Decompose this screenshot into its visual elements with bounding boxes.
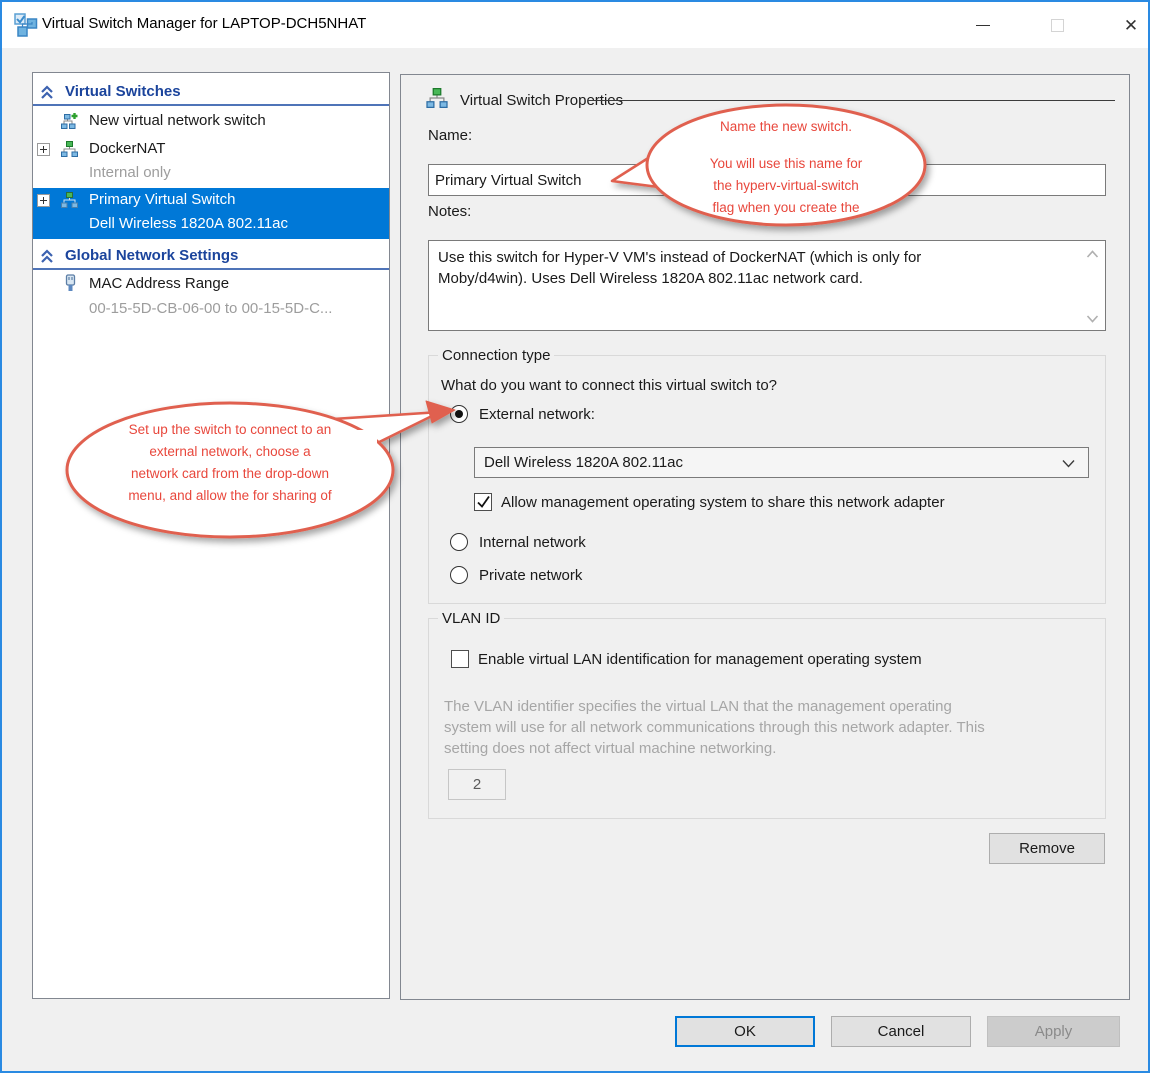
apply-button: Apply bbox=[987, 1016, 1120, 1047]
tree-section-title: Global Network Settings bbox=[65, 247, 238, 264]
cancel-button[interactable]: Cancel bbox=[831, 1016, 971, 1047]
ok-button[interactable]: OK bbox=[675, 1016, 815, 1047]
external-network-radio[interactable] bbox=[450, 405, 468, 423]
external-network-label: External network: bbox=[479, 406, 595, 423]
internal-network-radio[interactable] bbox=[450, 533, 468, 551]
share-adapter-label: Allow management operating system to sha… bbox=[501, 494, 945, 511]
vlan-description: The VLAN identifier specifies the virtua… bbox=[444, 696, 985, 759]
network-adapter-value: Dell Wireless 1820A 802.11ac bbox=[484, 454, 683, 471]
chevron-down-icon bbox=[1062, 459, 1075, 468]
virtual-switch-properties-icon bbox=[426, 88, 448, 108]
connection-type-group: Connection type What do you want to conn… bbox=[428, 355, 1106, 604]
tree-section-title: Virtual Switches bbox=[65, 83, 181, 100]
section-underline bbox=[33, 268, 389, 270]
minimize-icon bbox=[976, 25, 990, 26]
virtual-switch-icon bbox=[61, 192, 78, 208]
notes-line: Moby/d4win). Uses Dell Wireless 1820A 80… bbox=[438, 268, 1096, 289]
tree-item-label: New virtual network switch bbox=[89, 112, 266, 129]
remove-button[interactable]: Remove bbox=[989, 833, 1105, 864]
notes-input[interactable]: Use this switch for Hyper-V VM's instead… bbox=[428, 240, 1106, 331]
vlan-legend: VLAN ID bbox=[438, 610, 504, 627]
new-virtual-switch-icon bbox=[61, 113, 78, 129]
properties-panel: Virtual Switch Properties Name: Notes: U… bbox=[400, 74, 1130, 1000]
collapse-icon bbox=[40, 249, 54, 264]
share-adapter-checkbox[interactable] bbox=[474, 493, 492, 511]
header-rule bbox=[588, 100, 1115, 101]
enable-vlan-label: Enable virtual LAN identification for ma… bbox=[478, 651, 922, 668]
tree-section-global-network-settings[interactable]: Global Network Settings bbox=[33, 246, 389, 268]
close-button[interactable]: ✕ bbox=[1108, 2, 1150, 48]
tree-item-label: Primary Virtual Switch bbox=[89, 191, 235, 208]
enable-vlan-checkbox[interactable] bbox=[451, 650, 469, 668]
connection-type-legend: Connection type bbox=[438, 347, 554, 364]
app-icon bbox=[14, 13, 38, 37]
collapse-icon bbox=[40, 85, 54, 100]
notes-label: Notes: bbox=[428, 203, 471, 220]
internal-network-label: Internal network bbox=[479, 534, 586, 551]
maximize-icon bbox=[1051, 19, 1064, 32]
network-adapter-dropdown[interactable]: Dell Wireless 1820A 802.11ac bbox=[474, 447, 1089, 478]
virtual-switch-manager-window: Virtual Switch Manager for LAPTOP-DCH5NH… bbox=[0, 0, 1150, 1073]
checkmark-icon bbox=[476, 495, 491, 509]
maximize-button bbox=[1034, 2, 1080, 48]
tree-item-primary-virtual-switch[interactable]: Primary Virtual Switch Dell Wireless 182… bbox=[33, 188, 389, 239]
connection-question: What do you want to connect this virtual… bbox=[441, 377, 777, 394]
private-network-label: Private network bbox=[479, 567, 582, 584]
tree-item-subtitle: Internal only bbox=[89, 164, 171, 181]
close-icon: ✕ bbox=[1124, 17, 1138, 34]
scroll-up-icon[interactable] bbox=[1086, 250, 1099, 258]
tree-section-virtual-switches[interactable]: Virtual Switches bbox=[33, 82, 389, 104]
name-label: Name: bbox=[428, 127, 472, 144]
mac-address-icon bbox=[64, 274, 77, 292]
title-bar: Virtual Switch Manager for LAPTOP-DCH5NH… bbox=[2, 2, 1148, 48]
scroll-down-icon[interactable] bbox=[1086, 315, 1099, 323]
tree-item-subtitle: 00-15-5D-CB-06-00 to 00-15-5D-C... bbox=[89, 300, 332, 317]
expander-icon[interactable] bbox=[37, 194, 50, 207]
vlan-id-input: 2 bbox=[448, 769, 506, 800]
name-input[interactable] bbox=[428, 164, 1106, 196]
tree-item-subtitle: Dell Wireless 1820A 802.11ac bbox=[89, 215, 288, 232]
vlan-group: VLAN ID Enable virtual LAN identificatio… bbox=[428, 618, 1106, 819]
virtual-switch-icon bbox=[61, 141, 78, 157]
expander-icon[interactable] bbox=[37, 143, 50, 156]
window-title: Virtual Switch Manager for LAPTOP-DCH5NH… bbox=[42, 15, 366, 32]
tree-item-label: MAC Address Range bbox=[89, 275, 229, 292]
tree-item-label: DockerNAT bbox=[89, 140, 165, 157]
private-network-radio[interactable] bbox=[450, 566, 468, 584]
minimize-button[interactable] bbox=[960, 2, 1006, 48]
switches-tree: Virtual Switches New virtual network swi… bbox=[32, 72, 390, 999]
notes-line: Use this switch for Hyper-V VM's instead… bbox=[438, 247, 1096, 268]
section-underline bbox=[33, 104, 389, 106]
